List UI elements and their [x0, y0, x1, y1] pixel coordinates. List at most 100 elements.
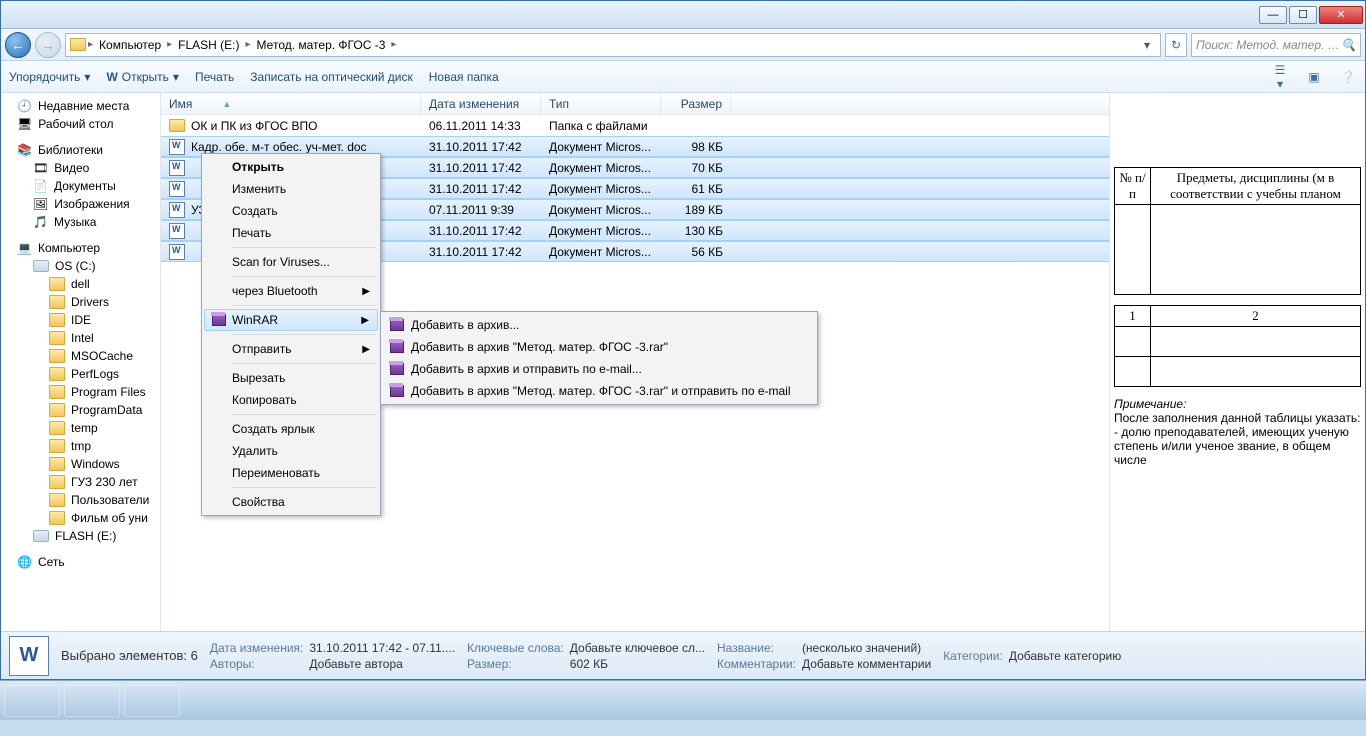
desktop-icon: 🖥 [17, 117, 32, 131]
ctx-copy[interactable]: Копировать [204, 389, 378, 411]
column-name[interactable]: Имя▲ [161, 93, 421, 114]
file-row[interactable]: ОК и ПК из ФГОС ВПО06.11.2011 14:33Папка… [161, 115, 1109, 136]
file-date: 06.11.2011 14:33 [421, 119, 541, 133]
nav-msocache[interactable]: MSOCache [1, 347, 160, 365]
nav-intel[interactable]: Intel [1, 329, 160, 347]
preview-col-subj: Предметы, дисциплины (м в соответствии с… [1151, 168, 1361, 205]
nav-tmp[interactable]: tmp [1, 437, 160, 455]
winrar-icon [390, 319, 404, 331]
back-button[interactable]: ← [5, 32, 31, 58]
nav-windows[interactable]: Windows [1, 455, 160, 473]
taskbar-item[interactable] [124, 685, 180, 717]
ctx-cut[interactable]: Вырезать [204, 367, 378, 389]
recent-icon: 🕘 [17, 99, 32, 113]
status-title-value[interactable]: (несколько значений) [802, 641, 931, 655]
word-doc-icon [169, 139, 185, 155]
status-comments-label: Комментарии: [717, 657, 796, 671]
ctx-send[interactable]: Отправить▶ [204, 338, 378, 360]
column-size[interactable]: Размер [661, 93, 731, 114]
breadcrumb-flash[interactable]: FLASH (E:) [174, 38, 243, 52]
view-button[interactable]: ☰ ▾ [1271, 63, 1289, 91]
nav-temp[interactable]: temp [1, 419, 160, 437]
nav-guz[interactable]: ГУЗ 230 лет [1, 473, 160, 491]
nav-programfiles[interactable]: Program Files [1, 383, 160, 401]
folder-icon [49, 367, 65, 381]
nav-ide[interactable]: IDE [1, 311, 160, 329]
column-date[interactable]: Дата изменения [421, 93, 541, 114]
open-button[interactable]: WОткрыть ▾ [106, 70, 179, 84]
file-size: 130 КБ [661, 224, 731, 238]
organize-button[interactable]: Упорядочить ▾ [9, 70, 90, 84]
rar-add-email[interactable]: Добавить в архив и отправить по e-mail..… [383, 358, 815, 380]
nav-dell[interactable]: dell [1, 275, 160, 293]
file-type: Документ Micros... [541, 245, 661, 259]
rar-add[interactable]: Добавить в архив... [383, 314, 815, 336]
file-date: 31.10.2011 17:42 [421, 182, 541, 196]
file-date: 31.10.2011 17:42 [421, 140, 541, 154]
forward-button[interactable]: → [35, 32, 61, 58]
taskbar-item[interactable] [4, 685, 60, 717]
nav-network[interactable]: 🌐Сеть [1, 553, 160, 571]
status-categories-value[interactable]: Добавьте категорию [1009, 649, 1121, 663]
nav-osc[interactable]: OS (C:) [1, 257, 160, 275]
nav-desktop[interactable]: 🖥Рабочий стол [1, 115, 160, 133]
nav-video[interactable]: 🎞Видео [1, 159, 160, 177]
maximize-button[interactable]: ☐ [1289, 6, 1317, 24]
minimize-button[interactable]: — [1259, 6, 1287, 24]
word-doc-icon [169, 244, 185, 260]
taskbar-item[interactable] [64, 685, 120, 717]
status-authors-value[interactable]: Добавьте автора [309, 657, 455, 671]
status-authors-label: Авторы: [210, 657, 304, 671]
nav-film[interactable]: Фильм об уни [1, 509, 160, 527]
word-doc-icon [169, 202, 185, 218]
rar-add-named-email[interactable]: Добавить в архив "Метод. матер. ФГОС -3.… [383, 380, 815, 402]
ctx-shortcut[interactable]: Создать ярлык [204, 418, 378, 440]
ctx-winrar[interactable]: WinRAR▶ [204, 309, 378, 331]
nav-music[interactable]: 🎵Музыка [1, 213, 160, 231]
address-dropdown[interactable]: ▾ [1138, 38, 1156, 52]
ctx-delete[interactable]: Удалить [204, 440, 378, 462]
breadcrumb-computer[interactable]: Компьютер [95, 38, 165, 52]
nav-flash[interactable]: FLASH (E:) [1, 527, 160, 545]
ctx-edit[interactable]: Изменить [204, 178, 378, 200]
ctx-open[interactable]: Открыть [204, 156, 378, 178]
preview-cell-1: 1 [1115, 306, 1151, 327]
burn-button[interactable]: Записать на оптический диск [250, 70, 413, 84]
ctx-rename[interactable]: Переименовать [204, 462, 378, 484]
nav-computer[interactable]: 💻Компьютер [1, 239, 160, 257]
breadcrumb-folder[interactable]: Метод. матер. ФГОС -3 [253, 38, 390, 52]
ctx-properties[interactable]: Свойства [204, 491, 378, 513]
nav-documents[interactable]: 📄Документы [1, 177, 160, 195]
status-comments-value[interactable]: Добавьте комментарии [802, 657, 931, 671]
status-keywords-label: Ключевые слова: [467, 641, 564, 655]
folder-icon [49, 403, 65, 417]
address-bar[interactable]: ▸ Компьютер ▸ FLASH (E:) ▸ Метод. матер.… [65, 33, 1161, 57]
preview-pane-button[interactable]: ▣ [1305, 70, 1323, 84]
nav-drivers[interactable]: Drivers [1, 293, 160, 311]
ctx-bluetooth[interactable]: через Bluetooth▶ [204, 280, 378, 302]
taskbar[interactable] [0, 680, 1366, 720]
search-input[interactable]: Поиск: Метод. матер. …🔍 [1191, 33, 1361, 57]
ctx-print[interactable]: Печать [204, 222, 378, 244]
nav-programdata[interactable]: ProgramData [1, 401, 160, 419]
refresh-button[interactable]: ↻ [1165, 33, 1187, 57]
new-folder-button[interactable]: Новая папка [429, 70, 499, 84]
nav-recent[interactable]: 🕘Недавние места [1, 97, 160, 115]
rar-add-named[interactable]: Добавить в архив "Метод. матер. ФГОС -3.… [383, 336, 815, 358]
file-type: Документ Micros... [541, 161, 661, 175]
nav-pictures[interactable]: 🖼Изображения [1, 195, 160, 213]
folder-icon [70, 38, 86, 51]
nav-libraries[interactable]: 📚Библиотеки [1, 141, 160, 159]
word-icon: W [9, 636, 49, 676]
ctx-create[interactable]: Создать [204, 200, 378, 222]
nav-row: ← → ▸ Компьютер ▸ FLASH (E:) ▸ Метод. ма… [1, 29, 1365, 61]
column-type[interactable]: Тип [541, 93, 661, 114]
help-button[interactable]: ❔ [1339, 70, 1357, 84]
print-button[interactable]: Печать [195, 70, 234, 84]
close-button[interactable]: ✕ [1319, 6, 1363, 24]
nav-users[interactable]: Пользователи [1, 491, 160, 509]
nav-perflogs[interactable]: PerfLogs [1, 365, 160, 383]
sort-asc-icon: ▲ [222, 99, 231, 109]
ctx-scan[interactable]: Scan for Viruses... [204, 251, 378, 273]
status-keywords-value[interactable]: Добавьте ключевое сл... [570, 641, 705, 655]
